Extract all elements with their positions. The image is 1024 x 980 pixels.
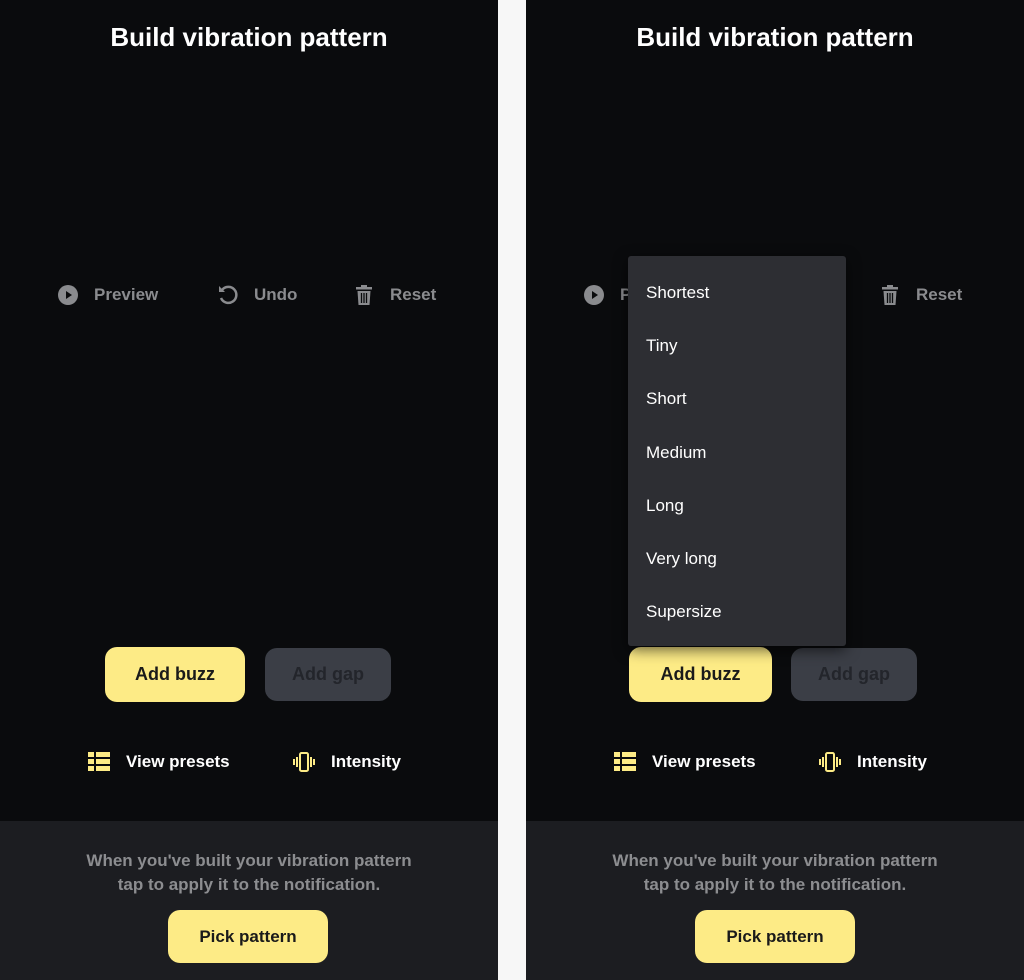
intensity-label: Intensity [857, 752, 927, 771]
secondary-links: View presets Intensity [526, 752, 1024, 780]
pick-pattern-button[interactable]: Pick pattern [695, 910, 855, 963]
add-gap-button[interactable]: Add gap [791, 648, 917, 701]
menu-item-shortest[interactable]: Shortest [628, 266, 846, 319]
secondary-links: View presets Intensity [0, 752, 498, 780]
reset-label: Reset [390, 285, 437, 304]
add-gap-button[interactable]: Add gap [265, 648, 391, 701]
menu-item-long[interactable]: Long [628, 479, 846, 532]
menu-item-tiny[interactable]: Tiny [628, 319, 846, 372]
footer: When you've built your vibration pattern… [0, 821, 498, 980]
add-buzz-button[interactable]: Add buzz [629, 647, 772, 702]
vibration-icon [819, 752, 841, 772]
footer-line-1: When you've built your vibration pattern [86, 851, 412, 870]
footer-instructions: When you've built your vibration pattern… [526, 849, 1024, 897]
toolbar: Preview Undo Reset [0, 283, 498, 309]
intensity-button[interactable]: Intensity [819, 752, 927, 772]
reset-button[interactable]: Reset [352, 283, 436, 307]
footer: When you've built your vibration pattern… [526, 821, 1024, 980]
view-presets-label: View presets [126, 752, 230, 771]
list-icon [88, 752, 110, 771]
preview-button[interactable]: Preview [56, 283, 158, 307]
play-circle-icon [584, 285, 604, 305]
intensity-label: Intensity [331, 752, 401, 771]
view-presets-button[interactable]: View presets [88, 752, 230, 772]
footer-line-1: When you've built your vibration pattern [612, 851, 938, 870]
undo-button[interactable]: Undo [216, 283, 297, 307]
reset-button[interactable]: Reset [878, 283, 962, 307]
menu-item-short[interactable]: Short [628, 373, 846, 426]
add-buzz-button[interactable]: Add buzz [105, 647, 245, 702]
screen-builder: Build vibration pattern Preview Undo Res… [0, 0, 498, 980]
page-title: Build vibration pattern [110, 22, 388, 52]
undo-label: Undo [254, 285, 298, 304]
trash-icon [356, 285, 372, 305]
reset-label: Reset [916, 285, 963, 304]
screen-builder-with-menu: Build vibration pattern Preview Undo Res… [526, 0, 1024, 980]
intensity-button[interactable]: Intensity [293, 752, 401, 772]
menu-item-supersize[interactable]: Supersize [628, 586, 846, 639]
page-title: Build vibration pattern [636, 22, 914, 52]
view-presets-button[interactable]: View presets [614, 752, 756, 772]
buzz-duration-menu: Shortest Tiny Short Medium Long Very lon… [628, 256, 846, 646]
footer-line-2: tap to apply it to the notification. [643, 875, 907, 894]
footer-line-2: tap to apply it to the notification. [117, 875, 381, 894]
menu-item-medium[interactable]: Medium [628, 426, 846, 479]
view-presets-label: View presets [652, 752, 756, 771]
play-circle-icon [58, 285, 78, 305]
undo-icon [219, 285, 238, 305]
preview-label: Preview [94, 285, 159, 304]
pick-pattern-button[interactable]: Pick pattern [168, 910, 328, 963]
footer-instructions: When you've built your vibration pattern… [0, 849, 498, 897]
menu-item-very-long[interactable]: Very long [628, 532, 846, 585]
list-icon [614, 752, 636, 771]
trash-icon [882, 285, 898, 305]
vibration-icon [293, 752, 315, 772]
